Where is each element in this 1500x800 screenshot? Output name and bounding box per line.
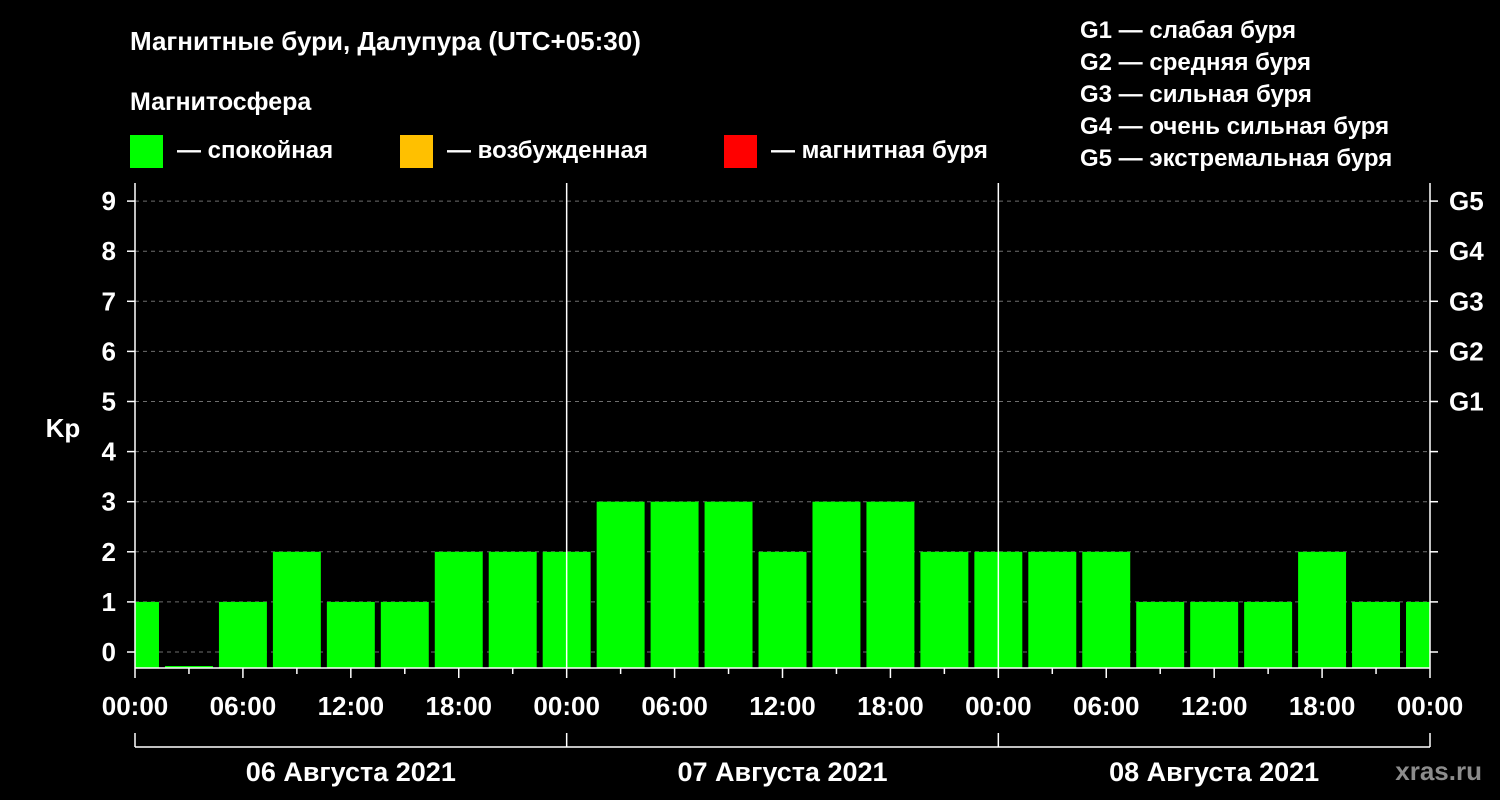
- bar-22: [1298, 551, 1347, 668]
- bar-12: [758, 551, 807, 668]
- y-axis-label: Kp: [46, 413, 81, 443]
- bar-9: [596, 501, 645, 668]
- x-tick-label-8: 00:00: [965, 691, 1032, 721]
- x-tick-label-2: 12:00: [318, 691, 385, 721]
- g-scale-label-g2: G2: [1449, 336, 1484, 366]
- bar-15: [920, 551, 969, 668]
- legend-title: Магнитосфера: [130, 88, 312, 116]
- y-tick-label-1: 1: [102, 587, 116, 617]
- g-scale-label-g1: G1: [1449, 387, 1484, 417]
- x-tick-label-1: 06:00: [210, 691, 277, 721]
- bar-18: [1082, 551, 1131, 668]
- chart-title: Магнитные бури, Далупура (UTC+05:30): [130, 26, 641, 56]
- y-tick-label-4: 4: [102, 437, 117, 467]
- y-tick-label-0: 0: [102, 637, 116, 667]
- bar-10: [650, 501, 699, 668]
- x-tick-label-10: 12:00: [1181, 691, 1248, 721]
- tick-labels: 0 1 2 3 4 5 6 7 8 9 G1 G2 G3 G4 G5 00:00 06:00 12:00 18:00…: [102, 186, 1485, 787]
- legend-swatch-unsettled: [400, 135, 433, 168]
- bar-group: [135, 501, 1430, 668]
- x-tick-label-4: 00:00: [533, 691, 600, 721]
- g-scale-label-g3: G3: [1449, 286, 1484, 316]
- bar-2: [218, 601, 267, 668]
- x-tick-label-9: 06:00: [1073, 691, 1140, 721]
- y-tick-label-6: 6: [102, 336, 116, 366]
- bar-19: [1136, 601, 1185, 668]
- x-tick-label-12: 00:00: [1397, 691, 1464, 721]
- x-tick-label-3: 18:00: [426, 691, 493, 721]
- x-tick-label-5: 06:00: [641, 691, 708, 721]
- bar-21: [1244, 601, 1293, 668]
- legend-label-storm: — магнитная буря: [771, 137, 988, 164]
- storm-level-g2: G2 — средняя буря: [1080, 49, 1311, 76]
- bar-23: [1352, 601, 1401, 668]
- storm-level-g3: G3 — сильная буря: [1080, 81, 1312, 108]
- watermark: xras.ru: [1395, 756, 1482, 786]
- bar-20: [1190, 601, 1239, 668]
- bar-6: [434, 551, 483, 668]
- bars: [135, 501, 1430, 668]
- legend-label-unsettled: — возбужденная: [447, 137, 648, 164]
- day-label-0: 06 Августа 2021: [246, 757, 456, 787]
- storm-level-g1: G1 — слабая буря: [1080, 17, 1296, 44]
- y-tick-label-3: 3: [102, 487, 116, 517]
- x-tick-label-6: 12:00: [749, 691, 816, 721]
- day-label-2: 08 Августа 2021: [1109, 757, 1319, 787]
- g-scale-label-g4: G4: [1449, 236, 1484, 266]
- bar-13: [812, 501, 861, 668]
- x-tick-label-7: 18:00: [857, 691, 924, 721]
- bar-7: [488, 551, 537, 668]
- storm-level-g4: G4 — очень сильная буря: [1080, 113, 1389, 140]
- y-tick-label-9: 9: [102, 186, 116, 216]
- bar-5: [380, 601, 429, 668]
- bar-14: [866, 501, 915, 668]
- x-tick-label-11: 18:00: [1289, 691, 1356, 721]
- legend-label-quiet: — спокойная: [177, 137, 333, 164]
- x-tick-label-0: 00:00: [102, 691, 169, 721]
- legend-swatch-quiet: [130, 135, 163, 168]
- bar-4: [326, 601, 375, 668]
- g-scale-label-g5: G5: [1449, 186, 1484, 216]
- y-tick-label-8: 8: [102, 236, 116, 266]
- storm-level-g5: G5 — экстремальная буря: [1080, 145, 1392, 172]
- bar-3: [272, 551, 321, 668]
- kp-chart: Магнитные бури, Далупура (UTC+05:30) Маг…: [46, 17, 1485, 787]
- y-tick-label-2: 2: [102, 537, 116, 567]
- bar-17: [1028, 551, 1077, 668]
- y-tick-label-7: 7: [102, 286, 116, 316]
- y-tick-label-5: 5: [102, 387, 116, 417]
- bar-11: [704, 501, 753, 668]
- day-label-1: 07 Августа 2021: [677, 757, 887, 787]
- legend-swatch-storm: [724, 135, 757, 168]
